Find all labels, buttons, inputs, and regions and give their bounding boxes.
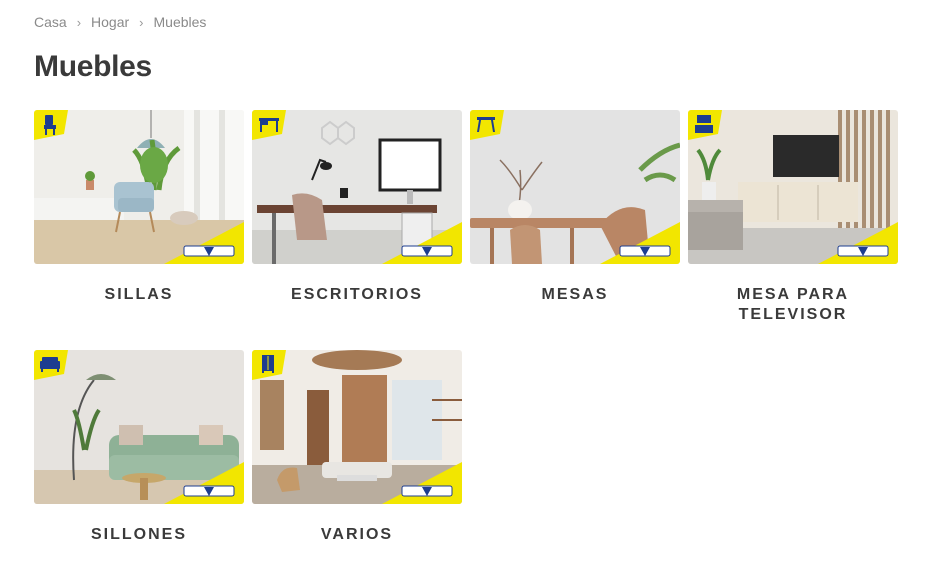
category-label[interactable]: ESCRITORIOS bbox=[252, 285, 462, 305]
category-image-sillones[interactable] bbox=[34, 350, 244, 504]
wardrobe-icon bbox=[262, 355, 274, 373]
category-image-mesas[interactable] bbox=[470, 110, 680, 264]
breadcrumb-separator-icon: › bbox=[139, 14, 144, 30]
category-card-mesa-para-televisor[interactable]: MESA PARA TELEVISOR bbox=[688, 110, 898, 350]
category-grid: SILLAS ESCRITORIOS MESAS MESA PARA TELEV… bbox=[34, 110, 904, 575]
category-image-escritorios[interactable] bbox=[252, 110, 462, 264]
page-title: Muebles bbox=[34, 50, 152, 83]
breadcrumb-separator-icon: › bbox=[76, 14, 82, 30]
breadcrumb-current: Muebles bbox=[153, 14, 207, 30]
category-card-sillones[interactable]: SILLONES bbox=[34, 350, 244, 575]
category-card-escritorios[interactable]: ESCRITORIOS bbox=[252, 110, 462, 350]
breadcrumb-hogar-link[interactable]: Hogar bbox=[91, 14, 129, 30]
category-image-sillas[interactable] bbox=[34, 110, 244, 264]
category-card-varios[interactable]: VARIOS bbox=[252, 350, 462, 575]
category-image-mesa-para-televisor[interactable] bbox=[688, 110, 898, 264]
category-label[interactable]: SILLAS bbox=[34, 285, 244, 305]
breadcrumb: Casa › Hogar › Muebles bbox=[34, 14, 206, 30]
category-label[interactable]: MESAS bbox=[470, 285, 680, 305]
category-label[interactable]: MESA PARA TELEVISOR bbox=[688, 285, 898, 325]
category-image-varios[interactable] bbox=[252, 350, 462, 504]
category-label[interactable]: SILLONES bbox=[34, 525, 244, 545]
category-label[interactable]: VARIOS bbox=[252, 525, 462, 545]
category-card-sillas[interactable]: SILLAS bbox=[34, 110, 244, 350]
category-card-mesas[interactable]: MESAS bbox=[470, 110, 680, 350]
breadcrumb-home-link[interactable]: Casa bbox=[34, 14, 67, 30]
